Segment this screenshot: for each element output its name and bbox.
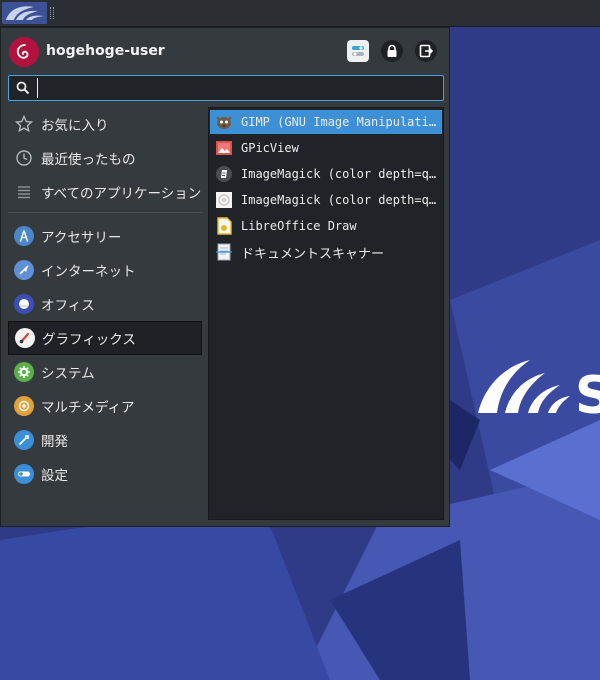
app-label: ImageMagick (color depth=q1… bbox=[241, 167, 441, 181]
top-panel bbox=[0, 0, 600, 27]
category-development[interactable]: 開発 bbox=[8, 423, 202, 457]
settings-toggle-icon bbox=[14, 464, 34, 484]
app-label: GIMP (GNU Image Manipulatio… bbox=[241, 115, 441, 129]
avatar bbox=[9, 37, 39, 67]
app-item-libreoffice-draw[interactable]: LibreOffice Draw bbox=[210, 214, 442, 238]
search-input[interactable] bbox=[37, 78, 437, 98]
gimp-icon bbox=[214, 112, 234, 132]
category-divider bbox=[8, 212, 202, 213]
clock-icon bbox=[14, 148, 34, 168]
graphics-icon bbox=[15, 328, 35, 348]
category-label: インターネット bbox=[41, 264, 136, 280]
app-label: ドキュメントスキャナー bbox=[241, 246, 385, 262]
category-label: アクセサリー bbox=[41, 230, 122, 246]
app-item-imagemagick-doc[interactable]: ImageMagick (color depth=q1… bbox=[210, 188, 442, 212]
development-icon bbox=[14, 430, 34, 450]
app-label: LibreOffice Draw bbox=[241, 219, 357, 233]
accessories-icon bbox=[14, 226, 34, 246]
app-item-gimp[interactable]: GIMP (GNU Image Manipulatio… bbox=[210, 110, 442, 134]
lock-icon bbox=[387, 44, 397, 57]
settings-icon bbox=[352, 46, 364, 56]
category-label: お気に入り bbox=[41, 118, 109, 134]
category-graphics[interactable]: グラフィックス bbox=[8, 321, 202, 355]
search-icon bbox=[16, 81, 30, 95]
category-recent[interactable]: 最近使ったもの bbox=[8, 141, 202, 175]
list-icon bbox=[14, 182, 34, 202]
category-all-applications[interactable]: すべてのアプリケーション bbox=[8, 175, 202, 209]
multimedia-icon bbox=[14, 396, 34, 416]
libreoffice-draw-icon bbox=[214, 216, 234, 236]
category-system[interactable]: システム bbox=[8, 355, 202, 389]
app-item-imagemagick[interactable]: ImageMagick (color depth=q1… bbox=[210, 162, 442, 186]
app-item-gpicview[interactable]: GPicView bbox=[210, 136, 442, 160]
category-accessories[interactable]: アクセサリー bbox=[8, 219, 202, 253]
logout-icon bbox=[419, 44, 433, 58]
logout-button[interactable] bbox=[415, 40, 437, 62]
gpicview-icon bbox=[214, 138, 234, 158]
office-icon bbox=[14, 294, 34, 314]
app-label: GPicView bbox=[241, 141, 299, 155]
category-label: 設定 bbox=[41, 468, 68, 484]
category-label: すべてのアプリケーション bbox=[41, 186, 202, 202]
category-multimedia[interactable]: マルチメディア bbox=[8, 389, 202, 423]
search-box[interactable] bbox=[8, 75, 444, 101]
app-item-document-scanner[interactable]: ドキュメントスキャナー bbox=[210, 240, 442, 264]
application-menu: hogehoge-user お気に入り 最近使ったもの すべてのアプリケーション… bbox=[0, 27, 450, 527]
category-office[interactable]: オフィス bbox=[8, 287, 202, 321]
category-favorites[interactable]: お気に入り bbox=[8, 107, 202, 141]
star-icon bbox=[14, 114, 34, 134]
system-icon bbox=[14, 362, 34, 382]
debian-swirl-icon bbox=[16, 44, 29, 59]
application-list: GIMP (GNU Image Manipulatio… GPicView Im… bbox=[208, 107, 444, 520]
category-label: オフィス bbox=[41, 298, 95, 314]
category-settings[interactable]: 設定 bbox=[8, 457, 202, 491]
panel-handle[interactable] bbox=[50, 7, 54, 19]
settings-button[interactable] bbox=[347, 40, 369, 62]
internet-icon bbox=[14, 260, 34, 280]
lock-button[interactable] bbox=[381, 40, 403, 62]
menu-launcher-button[interactable] bbox=[2, 2, 47, 24]
imagemagick-doc-icon bbox=[214, 190, 234, 210]
launcher-logo-icon bbox=[2, 2, 47, 24]
app-label: ImageMagick (color depth=q1… bbox=[241, 193, 441, 207]
category-internet[interactable]: インターネット bbox=[8, 253, 202, 287]
imagemagick-icon bbox=[214, 164, 234, 184]
username: hogehoge-user bbox=[46, 43, 165, 59]
category-label: マルチメディア bbox=[41, 400, 135, 416]
category-label: システム bbox=[41, 366, 95, 382]
document-scanner-icon bbox=[214, 242, 234, 262]
desktop-logo-text: S bbox=[575, 366, 600, 426]
category-label: グラフィックス bbox=[42, 332, 136, 348]
category-label: 開発 bbox=[41, 434, 68, 450]
category-label: 最近使ったもの bbox=[41, 152, 136, 168]
menu-header: hogehoge-user bbox=[1, 28, 451, 72]
